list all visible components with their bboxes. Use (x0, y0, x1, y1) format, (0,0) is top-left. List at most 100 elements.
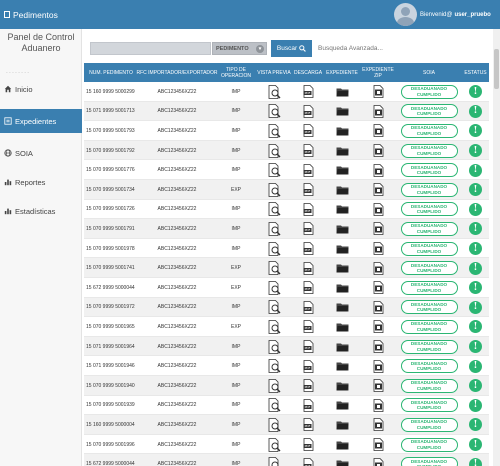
col-tipo-operacion[interactable]: Tipo de Operacion (218, 63, 254, 82)
preview-icon[interactable] (256, 200, 292, 220)
soia-status-button[interactable]: DESADUANADO CUMPLIDO (400, 163, 458, 178)
soia-status-button[interactable]: DESADUANADO CUMPLIDO (400, 261, 458, 276)
pdf-download-icon[interactable]: PDF (292, 200, 324, 220)
soia-status-button[interactable]: DESADUANADO CUMPLIDO (400, 221, 458, 236)
brand[interactable]: Pedimentos (0, 0, 58, 29)
pdf-download-icon[interactable]: PDF (292, 396, 324, 416)
preview-icon[interactable] (256, 258, 292, 278)
zip-file-icon[interactable] (360, 258, 396, 278)
exclamation-icon[interactable]: ! (469, 163, 482, 177)
soia-status-button[interactable]: DESADUANADO CUMPLIDO (400, 104, 458, 119)
exclamation-icon[interactable]: ! (469, 242, 482, 256)
soia-status-button[interactable]: DESADUANADO CUMPLIDO (400, 143, 458, 158)
exclamation-icon[interactable]: ! (469, 457, 482, 466)
soia-status-button[interactable]: DESADUANADO CUMPLIDO (400, 319, 458, 334)
preview-icon[interactable] (256, 102, 292, 122)
sidebar-item-reportes[interactable]: Reportes (0, 170, 82, 194)
folder-icon[interactable] (324, 337, 360, 357)
zip-file-icon[interactable] (360, 200, 396, 220)
zip-file-icon[interactable] (360, 454, 396, 466)
preview-icon[interactable] (256, 180, 292, 200)
scrollbar-thumb[interactable] (494, 49, 499, 89)
folder-icon[interactable] (324, 160, 360, 180)
preview-icon[interactable] (256, 239, 292, 259)
soia-status-button[interactable]: DESADUANADO CUMPLIDO (400, 84, 458, 99)
soia-status-button[interactable]: DESADUANADO CUMPLIDO (400, 398, 458, 413)
zip-file-icon[interactable] (360, 337, 396, 357)
soia-status-button[interactable]: DESADUANADO CUMPLIDO (400, 123, 458, 138)
exclamation-icon[interactable]: ! (469, 144, 482, 158)
col-num-pedimento[interactable]: Num. Pedimento (86, 63, 136, 82)
avatar[interactable] (394, 3, 417, 26)
col-expediente-zip[interactable]: Expediente ZIP (360, 63, 396, 82)
soia-status-button[interactable]: DESADUANADO CUMPLIDO (400, 202, 458, 217)
zip-file-icon[interactable] (360, 317, 396, 337)
pdf-download-icon[interactable]: PDF (292, 415, 324, 435)
search-input[interactable] (90, 42, 211, 55)
zip-file-icon[interactable] (360, 278, 396, 298)
preview-icon[interactable] (256, 121, 292, 141)
zip-file-icon[interactable] (360, 141, 396, 161)
zip-file-icon[interactable] (360, 435, 396, 455)
pdf-download-icon[interactable]: PDF (292, 258, 324, 278)
col-soia[interactable]: SOIA (396, 63, 462, 82)
search-button[interactable]: Buscar (271, 40, 312, 57)
exclamation-icon[interactable]: ! (469, 320, 482, 334)
pdf-download-icon[interactable]: PDF (292, 317, 324, 337)
sidebar-item-expedientes[interactable]: Expedientes (0, 109, 82, 133)
col-descarga[interactable]: Descarga (292, 63, 324, 82)
exclamation-icon[interactable]: ! (469, 183, 482, 197)
folder-icon[interactable] (324, 258, 360, 278)
pdf-download-icon[interactable]: PDF (292, 356, 324, 376)
exclamation-icon[interactable]: ! (469, 222, 482, 236)
zip-file-icon[interactable] (360, 160, 396, 180)
zip-file-icon[interactable] (360, 415, 396, 435)
zip-file-icon[interactable] (360, 396, 396, 416)
folder-icon[interactable] (324, 82, 360, 102)
exclamation-icon[interactable]: ! (469, 359, 482, 373)
pdf-download-icon[interactable]: PDF (292, 278, 324, 298)
folder-icon[interactable] (324, 396, 360, 416)
pdf-download-icon[interactable]: PDF (292, 298, 324, 318)
folder-icon[interactable] (324, 121, 360, 141)
soia-status-button[interactable]: DESADUANADO CUMPLIDO (400, 182, 458, 197)
zip-file-icon[interactable] (360, 239, 396, 259)
folder-icon[interactable] (324, 102, 360, 122)
soia-status-button[interactable]: DESADUANADO CUMPLIDO (400, 300, 458, 315)
pdf-download-icon[interactable]: PDF (292, 454, 324, 466)
folder-icon[interactable] (324, 278, 360, 298)
zip-file-icon[interactable] (360, 102, 396, 122)
sidebar-item-soia[interactable]: SOIA (0, 141, 82, 165)
preview-icon[interactable] (256, 160, 292, 180)
preview-icon[interactable] (256, 298, 292, 318)
zip-file-icon[interactable] (360, 376, 396, 396)
vertical-scrollbar[interactable] (493, 29, 500, 466)
preview-icon[interactable] (256, 219, 292, 239)
col-vista-previa[interactable]: Vista Previa (256, 63, 292, 82)
soia-status-button[interactable]: DESADUANADO CUMPLIDO (400, 241, 458, 256)
exclamation-icon[interactable]: ! (469, 261, 482, 275)
folder-icon[interactable] (324, 376, 360, 396)
pdf-download-icon[interactable]: PDF (292, 376, 324, 396)
col-rfc[interactable]: RFC Importador/Exportador (136, 63, 218, 82)
sidebar-item-inicio[interactable]: Inicio (0, 77, 82, 101)
pdf-download-icon[interactable]: PDF (292, 435, 324, 455)
pdf-download-icon[interactable]: PDF (292, 239, 324, 259)
folder-icon[interactable] (324, 180, 360, 200)
pdf-download-icon[interactable]: PDF (292, 180, 324, 200)
preview-icon[interactable] (256, 435, 292, 455)
folder-icon[interactable] (324, 454, 360, 466)
pdf-download-icon[interactable]: PDF (292, 337, 324, 357)
exclamation-icon[interactable]: ! (469, 104, 482, 118)
soia-status-button[interactable]: DESADUANADO CUMPLIDO (400, 457, 458, 466)
soia-status-button[interactable]: DESADUANADO CUMPLIDO (400, 378, 458, 393)
preview-icon[interactable] (256, 337, 292, 357)
exclamation-icon[interactable]: ! (469, 281, 482, 295)
soia-status-button[interactable]: DESADUANADO CUMPLIDO (400, 437, 458, 452)
folder-icon[interactable] (324, 356, 360, 376)
exclamation-icon[interactable]: ! (469, 340, 482, 354)
preview-icon[interactable] (256, 415, 292, 435)
soia-status-button[interactable]: DESADUANADO CUMPLIDO (400, 280, 458, 295)
exclamation-icon[interactable]: ! (469, 85, 482, 99)
preview-icon[interactable] (256, 278, 292, 298)
